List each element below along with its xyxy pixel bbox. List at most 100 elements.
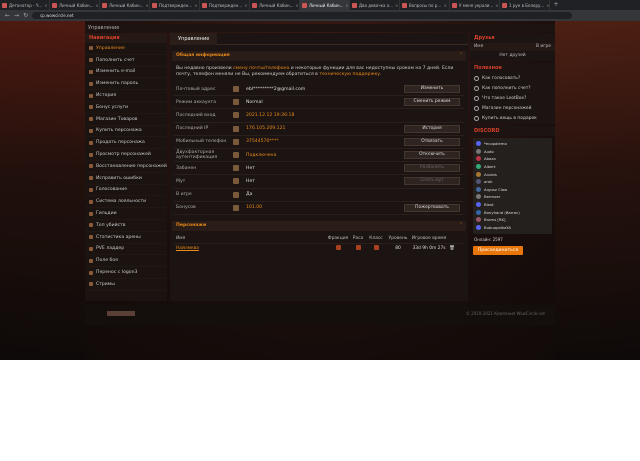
forward-icon[interactable]: →	[14, 12, 19, 19]
discord-user[interactable]: arak	[473, 178, 552, 186]
sidebar-item-label: Поле боя	[96, 258, 118, 264]
help-link[interactable]: Что такое LootBox?	[470, 93, 555, 104]
discord-username: Abaza	[484, 156, 496, 162]
info-action-button[interactable]: Сменить режим	[404, 98, 460, 107]
discord-user[interactable]: Albert	[473, 163, 552, 171]
close-icon[interactable]: ×	[495, 3, 498, 8]
browser-tab[interactable]: Личный Кабин... ×	[300, 0, 350, 10]
discord-user[interactable]: Bermoer	[473, 193, 552, 201]
trash-icon[interactable]: 🗑	[448, 246, 456, 251]
close-icon[interactable]: ×	[44, 3, 47, 8]
browser-tab[interactable]: Подтвержден... ×	[200, 0, 250, 10]
sidebar-item[interactable]: Бонус услуги	[85, 102, 167, 114]
sidebar-item[interactable]: Статистика арены	[85, 232, 167, 244]
sidebar-item[interactable]: Поле боя	[85, 255, 167, 268]
close-icon[interactable]: ×	[444, 3, 447, 8]
close-icon[interactable]: ×	[145, 3, 148, 8]
help-link[interactable]: Купить вещь в подарок	[470, 113, 555, 124]
close-icon[interactable]: ×	[95, 3, 98, 8]
info-value: Нет	[246, 165, 255, 171]
info-value: 176.105.209.121	[246, 126, 286, 132]
info-value: 2021.12.12 19:36:18	[246, 112, 295, 118]
sidebar-item[interactable]: История	[85, 90, 167, 102]
discord-user[interactable]: Bonyhand (Barrac)	[473, 208, 552, 216]
info-row: В игре Да	[174, 189, 464, 202]
sidebar-item[interactable]: Просмотр персонажей	[85, 149, 167, 161]
reload-icon[interactable]: ↻	[23, 12, 28, 19]
browser-tab[interactable]: У меня украли... ×	[450, 0, 500, 10]
help-link[interactable]: Как голосовать?	[470, 73, 555, 84]
close-icon[interactable]: ×	[194, 3, 197, 8]
sidebar-item[interactable]: Продать персонажа	[85, 137, 167, 150]
info-action-button[interactable]: Изменить	[404, 85, 460, 94]
discord-username: BubuopalkaYA	[484, 224, 512, 230]
sidebar-item[interactable]: Купить персонажа	[85, 126, 167, 138]
browser-tab[interactable]: Вопросы по р... ×	[400, 0, 450, 10]
sidebar-item[interactable]: Изменить пароль	[85, 78, 167, 91]
sidebar-item-label: Исправить ошибки	[96, 175, 142, 181]
browser-tab[interactable]: Личный Кабин... ×	[100, 0, 150, 10]
avatar	[476, 164, 481, 170]
url-input[interactable]: cp.wowcircle.net	[32, 12, 573, 19]
sidebar-item[interactable]: Изменить e-mail	[85, 67, 167, 79]
collapse-icon[interactable]: ˄	[460, 51, 462, 61]
discord-widget[interactable]: *ecopalemo Audo Abaza Albert Anubis arak Argus…	[473, 137, 552, 234]
sidebar-item[interactable]: Голосование	[85, 185, 167, 197]
close-icon[interactable]: ×	[395, 3, 398, 8]
browser-tab[interactable]: 1 рун в Белору... ×	[500, 0, 550, 10]
discord-user[interactable]: BubuopalkaYA	[473, 223, 552, 231]
notice-text: .	[380, 72, 382, 77]
new-tab-button[interactable]: +	[550, 0, 562, 10]
sidebar-item[interactable]: Пополнить счет	[85, 55, 167, 67]
sidebar-item-label: Просмотр персонажей	[96, 152, 151, 158]
sidebar-item[interactable]: Восстановление персонажей	[85, 161, 167, 173]
help-link[interactable]: Как пополнить счет?	[470, 83, 555, 94]
character-name-link[interactable]: Найлмква	[174, 246, 326, 251]
browser-tab[interactable]: Личный Кабин... ×	[50, 0, 100, 10]
collapse-icon[interactable]: ˄	[460, 221, 462, 231]
characters-header[interactable]: Персонажи ˄	[172, 220, 466, 231]
close-icon[interactable]: ×	[345, 3, 348, 8]
sidebar-item[interactable]: PVE ладдер	[85, 244, 167, 256]
sidebar-item[interactable]: Перенос с logon3	[85, 267, 167, 279]
info-label: Режим аккаунта	[176, 99, 217, 105]
info-value: Да	[246, 192, 253, 198]
discord-user[interactable]: *ecopalemo	[473, 140, 552, 148]
discord-user[interactable]: Anubis	[473, 170, 552, 178]
discord-username: Bonyhand (Barrac)	[484, 209, 520, 215]
general-info-header[interactable]: Общая информация ˄	[172, 51, 466, 61]
info-action-button[interactable]: История	[404, 124, 460, 133]
sidebar-item[interactable]: Магазин Товаров	[85, 114, 167, 126]
browser-tab[interactable]: Личный Кабин... ×	[250, 0, 300, 10]
change-contact-link[interactable]: смену почты/телефона	[233, 66, 289, 71]
tab-management[interactable]: Управление	[170, 33, 218, 45]
help-link[interactable]: Магазин персонажей	[470, 103, 555, 114]
discord-user[interactable]: Abaza	[473, 155, 552, 163]
info-action-button[interactable]: Отключить	[404, 151, 460, 160]
sidebar-item[interactable]: Топ убийств	[85, 220, 167, 232]
info-action-button[interactable]: Отвязать	[404, 137, 460, 146]
browser-tab[interactable]: Два девочка о... ×	[350, 0, 400, 10]
discord-user[interactable]: Brams [RK]	[473, 216, 552, 224]
sidebar-item[interactable]: Исправить ошибки	[85, 173, 167, 185]
tab-favicon-icon	[52, 2, 57, 8]
discord-user[interactable]: Argusz Claw	[473, 186, 552, 194]
sidebar-item[interactable]: Гильдии	[85, 208, 167, 220]
discord-join-button[interactable]: Присоединиться	[473, 245, 523, 255]
discord-user[interactable]: Audo	[473, 148, 552, 156]
browser-tab[interactable]: Подтвержден... ×	[150, 0, 200, 10]
info-action-button[interactable]: Пожертвовать	[404, 203, 460, 212]
avatar	[476, 141, 481, 147]
close-icon[interactable]: ×	[295, 3, 298, 8]
support-link[interactable]: техническую поддержку	[319, 72, 380, 77]
help-link-label: Магазин персонажей	[482, 106, 532, 112]
discord-user[interactable]: Blext	[473, 201, 552, 209]
sidebar-item[interactable]: Стримы	[85, 279, 167, 291]
avatar	[476, 171, 481, 177]
sidebar-item[interactable]: Система лояльности	[85, 196, 167, 209]
back-icon[interactable]: ←	[5, 12, 10, 19]
close-icon[interactable]: ×	[244, 3, 247, 8]
sidebar-item[interactable]: Управление	[85, 43, 167, 55]
browser-tab[interactable]: Детонатор - Ч... ×	[0, 0, 50, 10]
avatar	[476, 217, 481, 223]
